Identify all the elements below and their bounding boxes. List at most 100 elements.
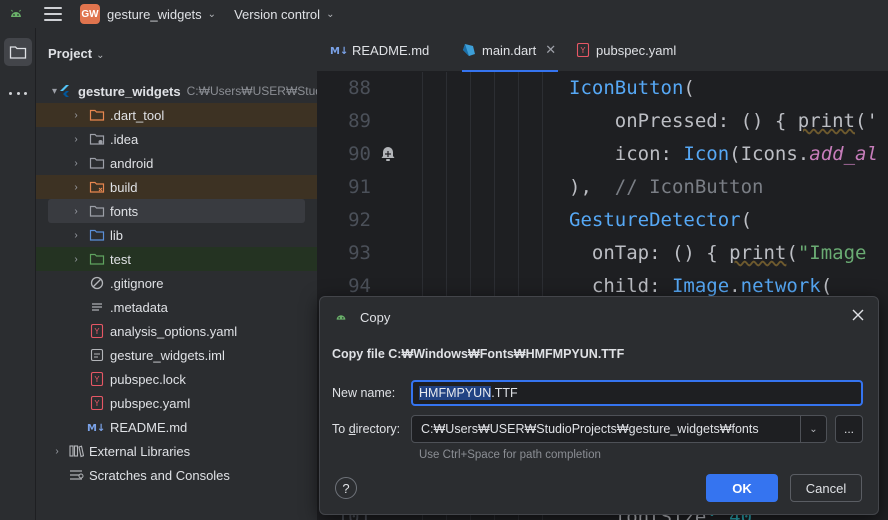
android-icon (11, 9, 21, 17)
to-directory-combobox[interactable]: C:₩Users₩USER₩StudioProjects₩gesture_wid… (411, 415, 827, 443)
version-control-menu[interactable]: Version control (234, 7, 320, 22)
chevron-down-icon[interactable]: ⌄ (326, 9, 334, 20)
tree-item-dart-tool[interactable]: › .dart_tool (36, 103, 317, 127)
copy-dialog: Copy Copy file C:₩Windows₩Fonts₩HMFMPYUN… (319, 296, 879, 515)
more-tools-button[interactable] (6, 86, 30, 100)
browse-button[interactable]: ... (835, 415, 863, 443)
line-number: 92 (348, 209, 371, 231)
project-panel-title[interactable]: Project ⌄ (48, 46, 104, 61)
line-number: 94 (348, 275, 371, 297)
tree-item-iml[interactable]: gesture_widgets.iml (36, 343, 317, 367)
root-path: C:₩Users₩USER₩StudioProjects₩gesture_wid… (186, 84, 317, 98)
cancel-button[interactable]: Cancel (790, 474, 862, 502)
chevron-right-icon[interactable]: › (52, 446, 62, 457)
editor-tabs: M↓ README.md main.dart ✕ Y pubspec.yaml (317, 28, 888, 72)
source-folder-icon (89, 229, 105, 241)
code-line-94: child: Image.network( (569, 275, 833, 297)
svg-text:Y: Y (580, 46, 586, 55)
path-completion-hint: Use Ctrl+Space for path completion (419, 449, 601, 461)
text-file-icon (92, 303, 102, 311)
code-line-92: GestureDetector( (569, 209, 753, 231)
tree-item-analysis-options[interactable]: Y analysis_options.yaml (36, 319, 317, 343)
close-icon[interactable]: ✕ (545, 42, 556, 58)
new-name-label: New name: (332, 386, 396, 400)
svg-text:M↓: M↓ (330, 46, 348, 57)
tree-item-idea[interactable]: › .idea (36, 127, 317, 151)
tree-item-gitignore[interactable]: .gitignore (36, 271, 317, 295)
activity-bar (0, 28, 36, 520)
to-directory-label: To directory: (332, 422, 401, 436)
library-icon (69, 445, 84, 458)
help-button[interactable]: ? (335, 477, 357, 499)
excluded-folder-icon (89, 181, 105, 193)
folder-icon (89, 205, 105, 217)
selected-text: HMFMPYUN (419, 386, 492, 400)
dialog-title: Copy (360, 310, 391, 325)
chevron-right-icon[interactable]: › (71, 206, 81, 217)
tree-item-lib[interactable]: › lib (36, 223, 317, 247)
svg-text:M↓: M↓ (87, 423, 105, 434)
dialog-heading: Copy file C:₩Windows₩Fonts₩HMFMPYUN.TTF (332, 347, 625, 361)
main-menu-button[interactable] (44, 5, 62, 23)
tree-item-android[interactable]: › android (36, 151, 317, 175)
line-number: 93 (348, 242, 371, 264)
tree-item-test[interactable]: › test (36, 247, 317, 271)
code-line-88: IconButton( (569, 77, 695, 99)
dart-icon (463, 44, 475, 56)
line-number: 90 (348, 143, 371, 165)
tab-pubspec-yaml[interactable]: Y pubspec.yaml (576, 28, 676, 72)
iml-icon (90, 348, 104, 362)
svg-text:Y: Y (94, 327, 100, 336)
android-icon (336, 315, 346, 320)
tree-item-metadata[interactable]: .metadata (36, 295, 317, 319)
tab-main-dart[interactable]: main.dart ✕ (462, 28, 559, 72)
line-number: 91 (348, 176, 371, 198)
project-panel: Project ⌄ ▾ gesture_widgets C:₩Users₩USER… (36, 28, 317, 520)
chevron-right-icon[interactable]: › (71, 182, 81, 193)
close-icon[interactable] (850, 307, 866, 323)
chevron-down-icon[interactable]: ⌄ (208, 9, 216, 20)
tree-item-pubspec-lock[interactable]: Y pubspec.lock (36, 367, 317, 391)
tree-item-pubspec-yaml[interactable]: Y pubspec.yaml (36, 391, 317, 415)
tree-item-external-libraries[interactable]: › External Libraries (36, 439, 317, 463)
yaml-icon: Y (90, 323, 104, 339)
root-label: gesture_widgets (78, 83, 181, 99)
excluded-folder-icon (89, 109, 105, 121)
settings-folder-icon (89, 133, 105, 145)
markdown-icon: M↓ (330, 46, 348, 57)
folder-icon (89, 157, 105, 169)
new-name-input[interactable]: HMFMPYUN .TTF (411, 380, 863, 406)
svg-text:Y: Y (94, 375, 100, 384)
chevron-right-icon[interactable]: › (71, 158, 81, 169)
project-tool-button[interactable] (4, 38, 32, 66)
tree-item-fonts[interactable]: › fonts (48, 199, 305, 223)
project-switcher[interactable]: gesture_widgets (107, 7, 202, 22)
yaml-icon: Y (90, 395, 104, 411)
project-badge: GW (80, 4, 100, 24)
tree-item-build[interactable]: › build (36, 175, 317, 199)
scratches-icon (70, 470, 84, 480)
yaml-icon: Y (576, 43, 590, 57)
chevron-right-icon[interactable]: › (71, 230, 81, 241)
chevron-right-icon[interactable]: › (71, 134, 81, 145)
chevron-down-icon[interactable]: ⌄ (800, 416, 826, 442)
tree-item-scratches[interactable]: Scratches and Consoles (36, 463, 317, 487)
tree-root[interactable]: ▾ gesture_widgets C:₩Users₩USER₩StudioPr… (36, 79, 317, 103)
line-number: 88 (348, 77, 371, 99)
chevron-right-icon[interactable]: › (71, 110, 81, 121)
code-line-90: icon: Icon(Icons.add_al (569, 143, 878, 165)
input-rest-text: .TTF (491, 386, 518, 400)
yaml-icon: Y (90, 371, 104, 387)
markdown-icon: M↓ (87, 423, 105, 434)
code-line-91: ), // IconButton (569, 176, 764, 198)
tab-readme[interactable]: M↓ README.md (330, 28, 429, 72)
chevron-right-icon[interactable]: › (71, 254, 81, 265)
notification-bell-icon[interactable] (379, 145, 397, 163)
svg-text:Y: Y (94, 399, 100, 408)
folder-icon (9, 46, 27, 59)
code-line-93: onTap: () { print("Image (569, 242, 867, 264)
ok-button[interactable]: OK (706, 474, 778, 502)
directory-value: C:₩Users₩USER₩StudioProjects₩gesture_wid… (421, 422, 759, 436)
tree-item-readme[interactable]: M↓ README.md (36, 415, 317, 439)
test-folder-icon (89, 253, 105, 265)
